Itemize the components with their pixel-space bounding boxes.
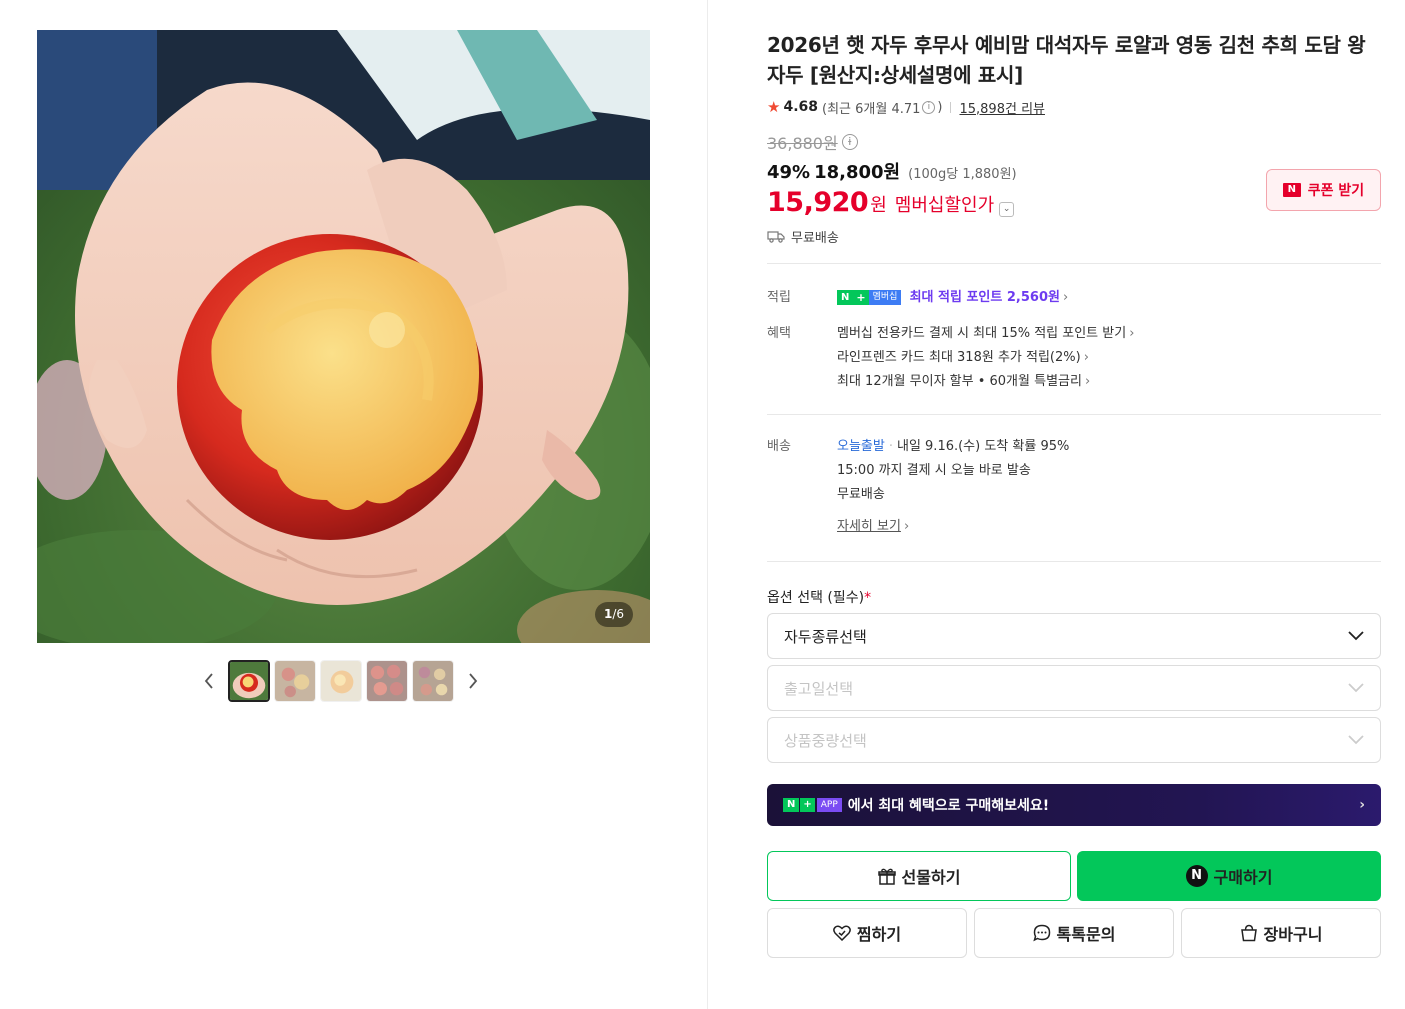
cart-button[interactable]: 장바구니 [1181,908,1381,958]
chevron-down-icon [1348,631,1364,641]
secondary-actions: 찜하기 톡톡문의 장바구니 [767,908,1381,958]
chevron-right-icon: › [1084,374,1091,389]
points-link[interactable]: N + 멤버십 최대 적립 포인트 2,560원 › [837,286,1381,310]
thumbnail-2[interactable] [274,660,316,702]
chevron-right-icon: › [903,519,910,534]
naver-logo-icon: N [1282,183,1301,197]
chevron-right-icon: › [1062,290,1069,305]
select-weight[interactable]: 상품중량선택 [767,717,1381,763]
shipping-fee: 무료배송 [837,487,885,502]
options-section: 옵션 선택 (필수)* 자두종류선택 출고일선택 상품중량선택 [767,587,1381,763]
chevron-down-icon [1348,683,1364,693]
rating-row: ★ 4.68 (최근 6개월 4.71 i ) 15,898건 리뷰 [767,97,1381,117]
shipping-cutoff: 15:00 까지 결제 시 오늘 바로 발송 [837,463,1031,478]
thumbnail-4[interactable] [366,660,408,702]
chevron-down-icon[interactable]: ⌄ [999,202,1015,217]
divider [950,101,952,113]
chevron-right-icon: › [1359,797,1365,813]
app-banner-text: 에서 최대 혜택으로 구매해보세요! [847,798,1050,814]
chevron-right-icon: › [1129,326,1135,341]
thumbnail-5[interactable] [412,660,454,702]
product-title: 2026년 햇 자두 후무사 예비맘 대석자두 로얄과 영동 김천 추희 도담 … [767,33,1366,87]
perks-label: 혜택 [767,326,791,341]
divider [767,561,1381,562]
app-promo-banner[interactable]: N + APP 에서 최대 혜택으로 구매해보세요! › [767,784,1381,826]
original-price: 36,880원 [767,134,838,153]
buy-button[interactable]: N 구매하기 [1077,851,1381,901]
perk-item[interactable]: 멤버십 전용카드 결제 시 최대 15% 적립 포인트 받기 › [837,322,1381,346]
delivery-details-link[interactable]: 자세히 보기 › [837,515,1381,539]
review-count-link[interactable]: 15,898건 리뷰 [959,98,1045,117]
member-price: 15,920 [767,187,869,218]
recent-rating: (최근 6개월 4.71 [822,101,921,117]
purchase-actions: 선물하기 N 구매하기 [767,851,1381,901]
chat-bubble-icon [1032,924,1050,942]
arrival-estimate: 내일 9.16.(수) 도착 확률 95% [896,439,1070,454]
points-text: 최대 적립 포인트 2,560원 [909,290,1060,305]
recent-rating-close: ) [937,99,943,115]
options-title: 옵션 선택 (필수)* [767,590,872,606]
unit-price: (100g당 1,880원) [908,167,1017,182]
thumbnail-strip [196,659,486,703]
select-ship-date[interactable]: 출고일선택 [767,665,1381,711]
talk-inquiry-button[interactable]: 톡톡문의 [974,908,1174,958]
sale-price: 18,800원 [814,162,901,183]
perk-item[interactable]: 라인프렌즈 카드 최대 318원 추가 적립(2%) › [837,346,1381,370]
select-plum-type[interactable]: 자두종류선택 [767,613,1381,659]
points-label: 적립 [767,290,791,305]
points-section: 적립 N + 멤버십 최대 적립 포인트 2,560원 › [767,286,1381,310]
naver-n-badge: N [783,798,800,812]
rating-value: 4.68 [783,99,818,115]
coupon-button[interactable]: N 쿠폰 받기 [1266,169,1381,211]
thumbnail-next-arrow-icon[interactable] [460,659,486,703]
naver-pay-logo-icon: N [1185,865,1208,887]
star-icon: ★ [767,98,781,116]
delivery-section: 배송 오늘출발 · 내일 9.16.(수) 도착 확률 95% 15:00 까지 결… [767,435,1381,539]
naver-plus-membership-badge: N + 멤버십 [837,290,902,305]
wish-button[interactable]: 찜하기 [767,908,967,958]
app-badge: APP [816,798,842,812]
shopping-bag-icon [1240,924,1257,942]
thumbnail-3[interactable] [320,660,362,702]
shipping-summary: 무료배송 [791,230,839,246]
divider [767,414,1381,415]
member-price-label: 멤버십할인가 [894,195,995,216]
chevron-right-icon: › [1083,350,1089,365]
price-info-icon[interactable]: i [841,134,858,150]
truck-icon [767,230,785,243]
perk-item[interactable]: 최대 12개월 무이자 할부 • 60개월 특별금리 › [837,370,1381,394]
discount-rate: 49% [767,162,811,183]
thumbnail-1[interactable] [228,660,270,702]
plus-badge: + [800,798,815,812]
divider [767,263,1381,264]
perks-section: 혜택 멤버십 전용카드 결제 시 최대 15% 적립 포인트 받기 › 라인프렌즈… [767,322,1381,394]
info-icon[interactable]: i [922,100,936,114]
product-gallery: 1/6 [0,0,708,1009]
main-product-image[interactable]: 1/6 [37,30,650,643]
chevron-down-icon [1348,735,1364,745]
gift-button[interactable]: 선물하기 [767,851,1071,901]
shipping-summary-row: 무료배송 [767,226,1381,246]
heart-icon [833,925,851,941]
delivery-label: 배송 [767,439,791,454]
coupon-label: 쿠폰 받기 [1307,183,1365,199]
gift-icon [877,868,896,885]
member-price-currency: 원 [870,195,887,216]
plum-in-hands-illustration [37,30,650,643]
thumbnail-prev-arrow-icon[interactable] [196,659,222,703]
product-detail: 2026년 햇 자두 후무사 예비맘 대석자두 로얄과 영동 김천 추희 도담 … [767,30,1381,958]
today-shipping: 오늘출발 [837,439,885,454]
original-price-row: 36,880원 i [767,131,1381,153]
image-counter: 1/6 [594,602,633,627]
